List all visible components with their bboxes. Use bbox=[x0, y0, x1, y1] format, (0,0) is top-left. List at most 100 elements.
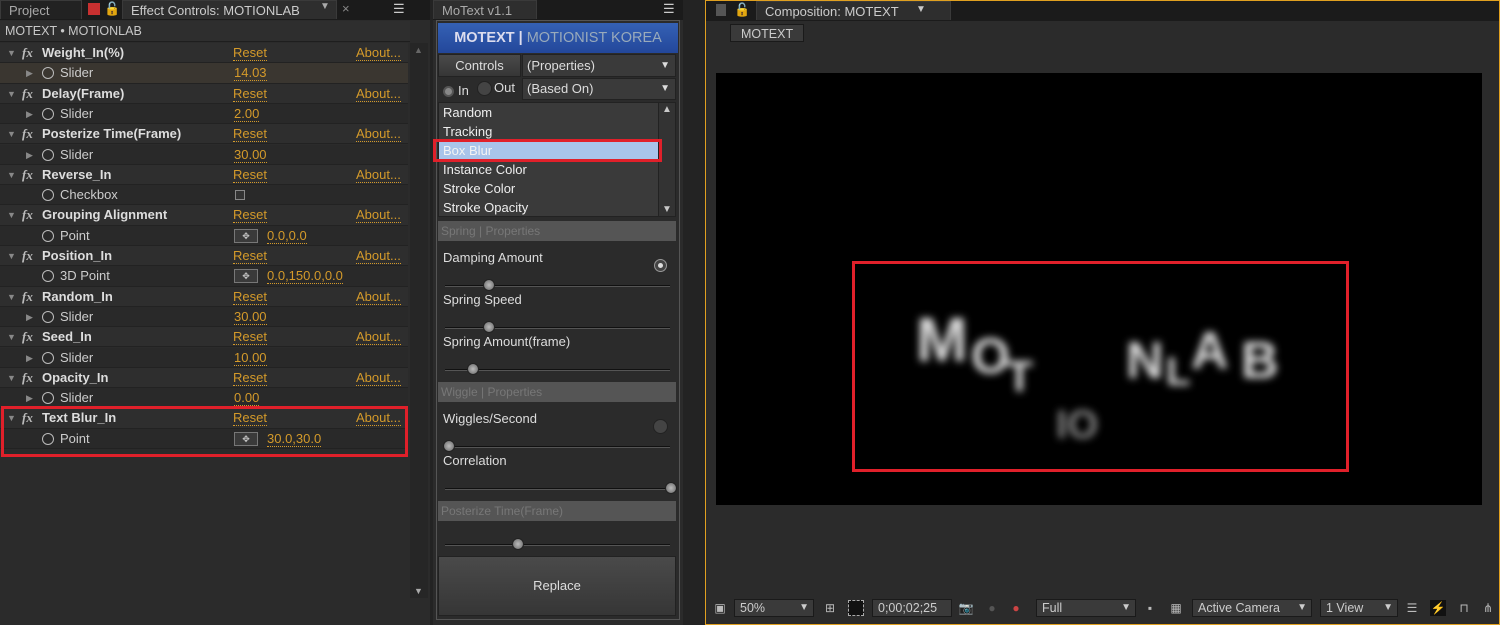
fast-previews-icon[interactable]: ⚡ bbox=[1430, 600, 1446, 616]
point-target-icon[interactable]: ✥ bbox=[234, 269, 258, 284]
always-preview-icon[interactable]: ▣ bbox=[712, 600, 728, 616]
scrollbar[interactable]: ▲ ▼ bbox=[410, 43, 428, 598]
checkbox[interactable] bbox=[235, 190, 245, 201]
point-value[interactable]: 0.0,150.0,0.0 bbox=[267, 268, 343, 285]
channel-icon[interactable]: ● bbox=[1008, 600, 1024, 616]
expand-triangle-icon[interactable]: ▶ bbox=[26, 104, 33, 124]
effect-property[interactable]: ▶ Slider 2.00 bbox=[0, 103, 408, 125]
about-link[interactable]: About... bbox=[356, 207, 401, 224]
flowchart-icon[interactable]: ⋔ bbox=[1480, 600, 1496, 616]
point-target-icon[interactable]: ✥ bbox=[234, 228, 258, 243]
effect-property[interactable]: ▶ Slider 30.00 bbox=[0, 306, 408, 328]
in-radio[interactable] bbox=[443, 86, 454, 97]
collapse-triangle-icon[interactable]: ▼ bbox=[7, 124, 16, 144]
properties-dropdown[interactable]: (Properties) ▼ bbox=[522, 54, 676, 77]
list-item[interactable]: Instance Color bbox=[439, 160, 659, 179]
effect-group[interactable]: ▼ fx Grouping Alignment Reset About... bbox=[0, 205, 408, 226]
close-icon[interactable]: × bbox=[342, 1, 350, 16]
correlation-slider[interactable] bbox=[445, 482, 677, 494]
damping-radio[interactable] bbox=[654, 259, 667, 272]
about-link[interactable]: About... bbox=[356, 248, 401, 264]
about-link[interactable]: About... bbox=[356, 86, 401, 102]
collapse-triangle-icon[interactable]: ▼ bbox=[7, 84, 16, 104]
based-on-dropdown[interactable]: (Based On) ▼ bbox=[522, 78, 676, 100]
wiggles-radio[interactable] bbox=[653, 419, 668, 434]
slider-value[interactable]: 0.00 bbox=[234, 390, 260, 407]
wiggles-slider[interactable] bbox=[443, 440, 670, 452]
show-snapshot-icon[interactable]: ● bbox=[984, 600, 1000, 616]
stopwatch-icon[interactable] bbox=[42, 107, 54, 120]
comp-breadcrumb-button[interactable]: MOTEXT bbox=[730, 24, 805, 42]
expand-triangle-icon[interactable]: ▶ bbox=[26, 145, 33, 165]
expand-triangle-icon[interactable]: ▶ bbox=[26, 307, 33, 327]
reset-link[interactable]: Reset bbox=[233, 289, 267, 305]
posterize-slider[interactable] bbox=[445, 538, 670, 550]
effect-group[interactable]: ▼ fx Delay(Frame) Reset About... bbox=[0, 83, 408, 104]
lock-icon[interactable]: 🔓 bbox=[734, 2, 750, 18]
fx-icon[interactable]: fx bbox=[22, 368, 33, 388]
reset-link[interactable]: Reset bbox=[233, 370, 267, 386]
effect-property[interactable]: 3D Point ✥ 0.0,150.0,0.0 bbox=[0, 266, 408, 287]
region-of-interest-icon[interactable]: ⊞ bbox=[822, 600, 838, 616]
expand-triangle-icon[interactable]: ▶ bbox=[26, 348, 33, 368]
reset-link[interactable]: Reset bbox=[233, 329, 267, 346]
list-item[interactable]: Random bbox=[439, 103, 659, 122]
expand-triangle-icon[interactable]: ▶ bbox=[26, 63, 33, 83]
collapse-triangle-icon[interactable]: ▼ bbox=[7, 368, 16, 388]
checkerboard-icon[interactable]: ▦ bbox=[1168, 600, 1184, 616]
effect-property[interactable]: ▶ Slider 10.00 bbox=[0, 347, 408, 368]
fx-icon[interactable]: fx bbox=[22, 124, 33, 144]
effect-group[interactable]: ▼ fx Posterize Time(Frame) Reset About..… bbox=[0, 124, 408, 145]
fx-icon[interactable]: fx bbox=[22, 165, 33, 185]
effect-group[interactable]: ▼ fx Opacity_In Reset About... bbox=[0, 367, 408, 389]
zoom-dropdown[interactable]: 50% ▼ bbox=[734, 599, 814, 617]
panel-menu-icon[interactable]: ☰ bbox=[393, 1, 405, 17]
list-item[interactable]: Stroke Color bbox=[439, 179, 659, 198]
spring-speed-slider[interactable] bbox=[445, 321, 670, 333]
fx-icon[interactable]: fx bbox=[22, 205, 33, 225]
resolution-dropdown[interactable]: Full ▼ bbox=[1036, 599, 1136, 617]
reset-link[interactable]: Reset bbox=[233, 45, 267, 61]
effect-property[interactable]: Point ✥ 0.0,0.0 bbox=[0, 225, 408, 246]
slider-value[interactable]: 10.00 bbox=[234, 350, 267, 366]
stopwatch-icon[interactable] bbox=[42, 148, 54, 161]
stopwatch-icon[interactable] bbox=[42, 270, 54, 283]
about-link[interactable]: About... bbox=[356, 167, 401, 183]
collapse-triangle-icon[interactable]: ▼ bbox=[7, 43, 16, 63]
fx-icon[interactable]: fx bbox=[22, 84, 33, 104]
slider-value[interactable]: 2.00 bbox=[234, 106, 260, 122]
views-dropdown[interactable]: 1 View ▼ bbox=[1320, 599, 1398, 617]
collapse-triangle-icon[interactable]: ▼ bbox=[7, 205, 16, 225]
about-link[interactable]: About... bbox=[356, 329, 401, 346]
reset-link[interactable]: Reset bbox=[233, 86, 267, 102]
fx-icon[interactable]: fx bbox=[22, 287, 33, 307]
collapse-triangle-icon[interactable]: ▼ bbox=[7, 287, 16, 307]
controls-button[interactable]: Controls bbox=[438, 54, 521, 77]
timeline-icon[interactable]: ☰ bbox=[1404, 600, 1420, 616]
replace-button[interactable]: Replace bbox=[438, 556, 676, 616]
transparency-grid-icon[interactable] bbox=[848, 600, 864, 616]
stopwatch-icon[interactable] bbox=[42, 310, 54, 323]
tab-effect-controls[interactable]: Effect Controls: MOTIONLAB bbox=[122, 0, 337, 19]
stopwatch-icon[interactable] bbox=[42, 392, 54, 405]
camera-snapshot-icon[interactable]: 📷 bbox=[958, 600, 974, 616]
collapse-triangle-icon[interactable]: ▼ bbox=[7, 246, 16, 266]
effect-group[interactable]: ▼ fx Weight_In(%) Reset About... bbox=[0, 43, 408, 64]
effect-group[interactable]: ▼ fx Random_In Reset About... bbox=[0, 286, 408, 307]
reset-link[interactable]: Reset bbox=[233, 248, 267, 264]
stopwatch-icon[interactable] bbox=[42, 189, 54, 202]
about-link[interactable]: About... bbox=[356, 289, 401, 305]
reset-link[interactable]: Reset bbox=[233, 126, 267, 143]
timecode-field[interactable]: 0;00;02;25 bbox=[872, 599, 952, 617]
effect-property[interactable]: ▶ Slider 30.00 bbox=[0, 144, 408, 165]
point-value[interactable]: 0.0,0.0 bbox=[267, 228, 307, 244]
camera-dropdown[interactable]: Active Camera ▼ bbox=[1192, 599, 1312, 617]
about-link[interactable]: About... bbox=[356, 370, 401, 386]
dropdown-icon[interactable]: ▼ bbox=[320, 1, 330, 12]
spring-amount-slider[interactable] bbox=[445, 363, 670, 375]
stopwatch-icon[interactable] bbox=[42, 229, 54, 242]
effect-group[interactable]: ▼ fx Position_In Reset About... bbox=[0, 246, 408, 267]
about-link[interactable]: About... bbox=[356, 45, 401, 61]
about-link[interactable]: About... bbox=[356, 126, 401, 143]
fx-icon[interactable]: fx bbox=[22, 43, 33, 63]
